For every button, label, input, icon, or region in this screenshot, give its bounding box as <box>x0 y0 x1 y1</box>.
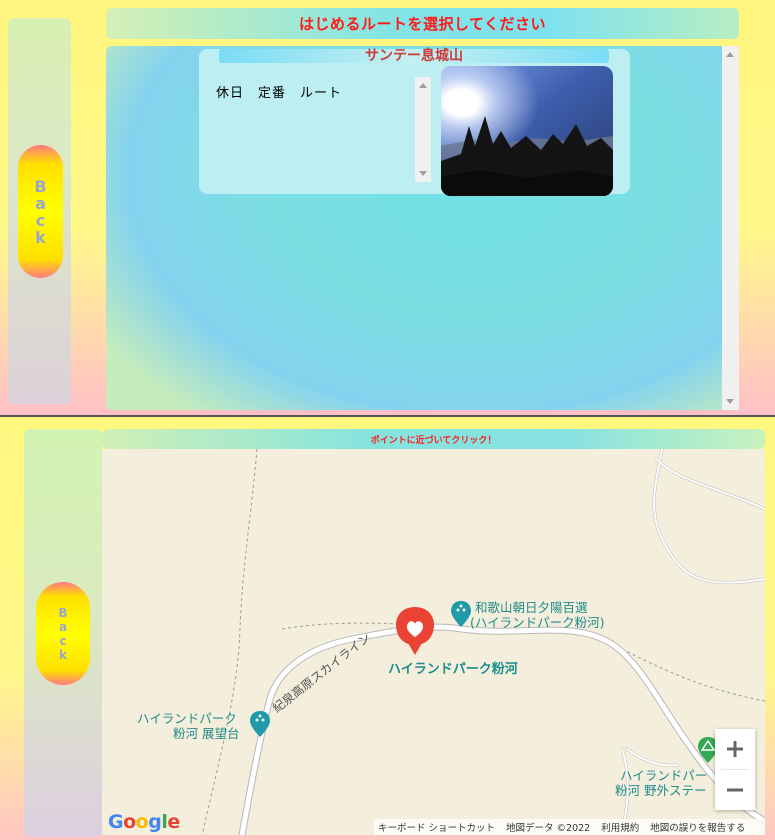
back-letter: B <box>34 176 47 196</box>
place-label[interactable]: ハイランドパーク粉河 <box>388 658 518 677</box>
back-letter: k <box>59 647 67 662</box>
route-list[interactable]: 休日 定番 ルート <box>209 77 431 182</box>
mountain-sunrise-photo <box>441 66 613 196</box>
route-photo[interactable] <box>441 66 613 196</box>
panel-scrollbar[interactable] <box>722 46 739 410</box>
page-title: はじめるルートを選択してください <box>298 15 547 33</box>
hint-text: ポイントに近づいてクリック！ <box>370 435 497 446</box>
scroll-up-icon[interactable] <box>726 52 734 57</box>
back-letter: c <box>59 633 67 648</box>
back-letter: a <box>35 193 46 213</box>
plus-icon <box>727 741 743 757</box>
title-bar: はじめるルートを選択してください <box>106 8 739 39</box>
zoom-in-button[interactable] <box>715 729 755 769</box>
report-error-link[interactable]: 地図の誤りを報告する <box>650 820 745 834</box>
route-list-item[interactable]: 休日 定番 ルート <box>216 82 342 101</box>
place-label[interactable]: (ハイランドパーク粉河) <box>470 616 605 630</box>
scroll-up-icon[interactable] <box>419 83 427 88</box>
parking-marker-icon <box>396 607 434 655</box>
place-label[interactable]: 粉河 野外ステー <box>615 784 706 798</box>
place-label[interactable]: 粉河 展望台 <box>173 727 239 741</box>
keyboard-shortcuts-link[interactable]: キーボード ショートカット <box>378 820 495 834</box>
back-letter: c <box>35 210 46 230</box>
terms-link[interactable]: 利用規約 <box>601 820 639 834</box>
scroll-down-icon[interactable] <box>419 171 427 176</box>
back-column: B a c k <box>8 18 71 404</box>
back-letter: k <box>35 227 46 247</box>
hint-bar: ポイントに近づいてクリック！ <box>102 429 765 449</box>
back-button[interactable]: B a c k <box>18 145 63 278</box>
route-panel: サンテー息城山 休日 定番 ルート <box>106 46 739 410</box>
scroll-down-icon[interactable] <box>726 399 734 404</box>
route-card-title: サンテー息城山 <box>219 49 609 63</box>
place-label[interactable]: ハイランドパー <box>620 769 707 783</box>
zoom-control <box>715 729 755 810</box>
map-footer: キーボード ショートカット 地図データ ©2022 利用規約 地図の誤りを報告す… <box>374 819 765 835</box>
map-screen: B a c k ポイントに近づいてクリック！ 和歌山朝日夕陽百選 (ハイランドパ… <box>0 417 775 840</box>
minus-icon <box>727 788 743 792</box>
map-data-text: 地図データ ©2022 <box>506 823 591 834</box>
route-card[interactable]: サンテー息城山 休日 定番 ルート <box>199 49 630 196</box>
place-pin-icon <box>250 711 270 737</box>
route-select-screen: B a c k はじめるルートを選択してください サンテー息城山 休日 定番 ル… <box>0 0 775 415</box>
back-letter: a <box>58 619 68 634</box>
place-label[interactable]: 和歌山朝日夕陽百選 <box>475 601 588 615</box>
zoom-out-button[interactable] <box>715 770 755 810</box>
place-label[interactable]: ハイランドパーク <box>137 712 237 726</box>
list-scrollbar[interactable] <box>415 77 431 182</box>
google-logo: Google <box>108 811 180 833</box>
back-column: B a c k <box>24 429 102 837</box>
place-pin-icon <box>451 601 471 627</box>
back-button[interactable]: B a c k <box>36 582 90 685</box>
back-letter: B <box>58 605 68 620</box>
map[interactable]: 和歌山朝日夕陽百選 (ハイランドパーク粉河) ハイランドパーク粉河 ハイランドパ… <box>102 449 765 835</box>
